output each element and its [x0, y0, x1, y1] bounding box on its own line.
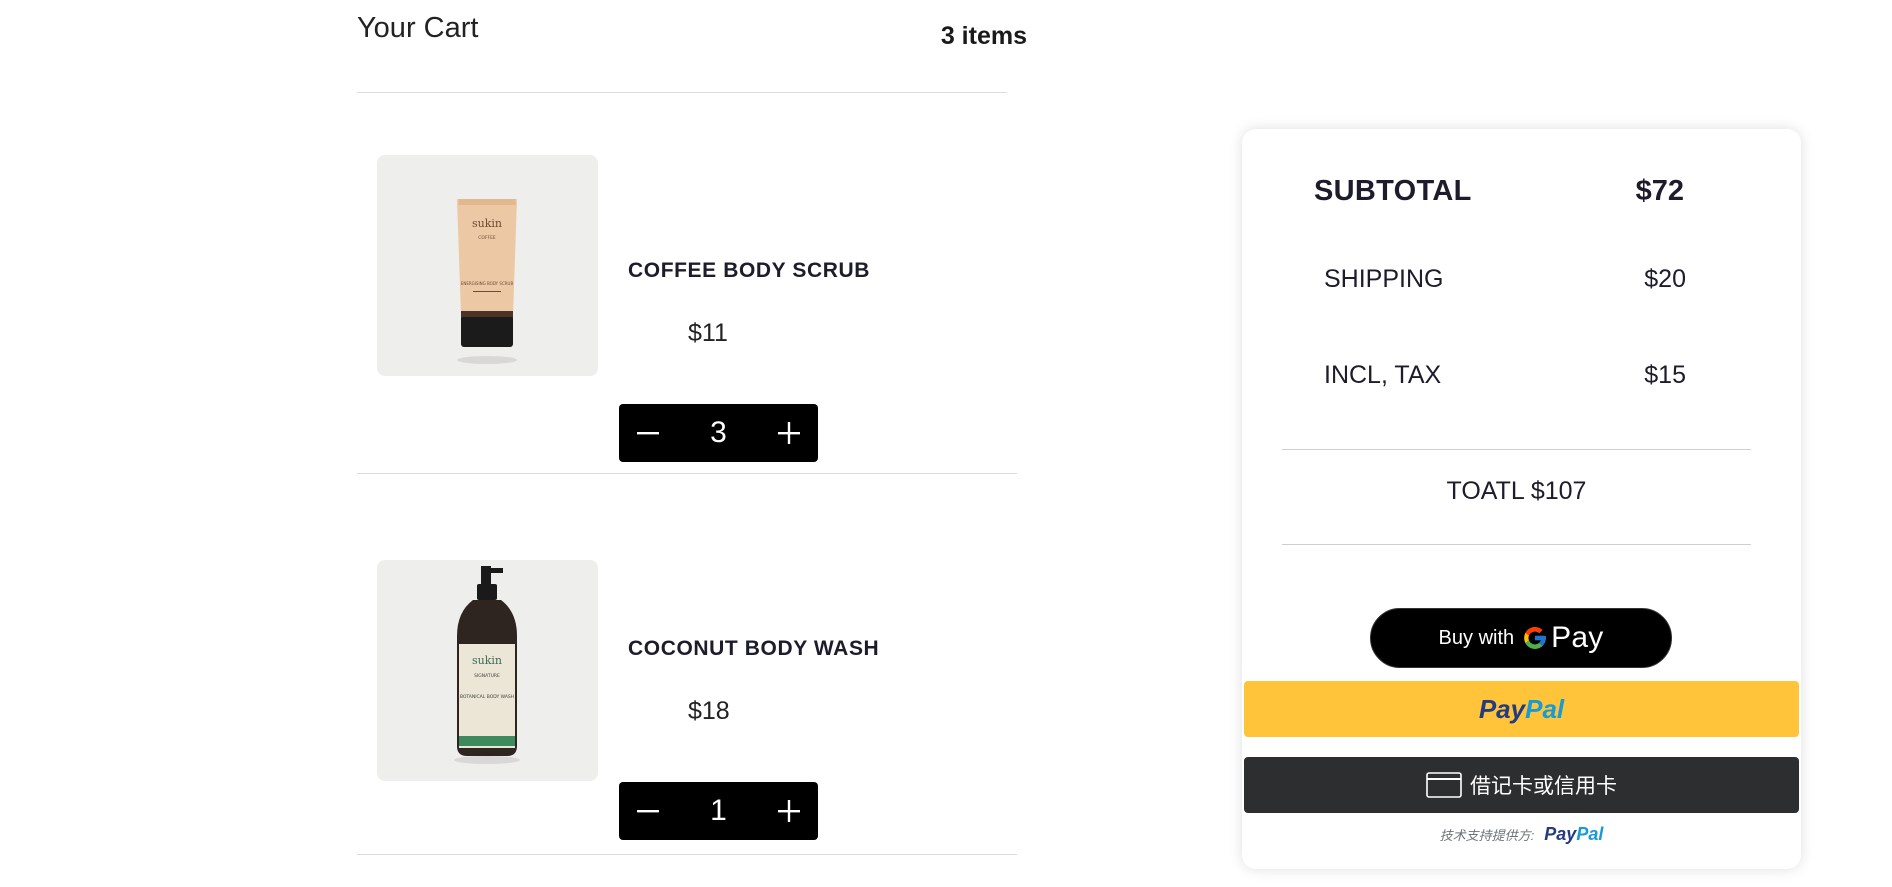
- tax-value: $15: [1644, 361, 1686, 389]
- product-image-coconut-body-wash[interactable]: sukin SIGNATURE BOTANICAL BODY WASH: [377, 560, 598, 781]
- increase-quantity-button[interactable]: [760, 782, 818, 840]
- cart-item: sukin SIGNATURE BOTANICAL BODY WASH COCO…: [357, 474, 1017, 855]
- powered-by-paypal: 技术支持提供方: PayPal: [1242, 824, 1801, 845]
- google-pay-label: Buy with: [1438, 626, 1515, 649]
- cart-section: Your Cart 3 items sukin COFFEE ENERGISIN…: [357, 0, 1037, 855]
- product-image-coffee-body-scrub[interactable]: sukin COFFEE ENERGISING BODY SCRUB: [377, 155, 598, 376]
- total-amount: TOATL $107: [1446, 477, 1587, 505]
- shipping-label: SHIPPING: [1324, 265, 1444, 293]
- quantity-value: 1: [710, 794, 727, 827]
- increase-quantity-button[interactable]: [760, 404, 818, 462]
- minus-icon: [637, 432, 659, 435]
- coffee-scrub-tube-illustration: sukin COFFEE ENERGISING BODY SCRUB: [457, 199, 517, 364]
- coconut-wash-bottle-illustration: sukin SIGNATURE BOTANICAL BODY WASH: [454, 566, 520, 764]
- google-g-icon: [1524, 627, 1546, 649]
- product-price: $11: [688, 319, 728, 347]
- google-pay-brand: Pay: [1551, 621, 1604, 654]
- google-pay-button[interactable]: Buy with Pay: [1370, 608, 1672, 668]
- tube-desc-text: ENERGISING BODY SCRUB: [461, 281, 514, 286]
- powered-by-text: 技术支持提供方:: [1439, 828, 1535, 843]
- product-name[interactable]: COFFEE BODY SCRUB: [628, 259, 870, 283]
- plus-icon: [778, 422, 800, 444]
- paypal-button[interactable]: Pay Pal: [1244, 681, 1799, 737]
- bottle-brand-text: sukin: [472, 654, 502, 667]
- debit-credit-card-button[interactable]: 借记卡或信用卡: [1244, 757, 1799, 813]
- bottle-desc-text: BOTANICAL BODY WASH: [460, 694, 514, 700]
- decrease-quantity-button[interactable]: [619, 404, 677, 462]
- subtotal-value: $72: [1635, 175, 1684, 207]
- quantity-value: 3: [710, 416, 727, 449]
- summary-divider: [1282, 449, 1751, 450]
- credit-card-icon: [1426, 772, 1462, 798]
- cart-item: sukin COFFEE ENERGISING BODY SCRUB COFFE…: [357, 93, 1017, 474]
- powered-by-paypal-logo: PayPal: [1544, 824, 1603, 845]
- subtotal-label: SUBTOTAL: [1314, 175, 1472, 207]
- powered-logo-part2: Pal: [1576, 824, 1604, 844]
- shipping-value: $20: [1644, 265, 1686, 293]
- decrease-quantity-button[interactable]: [619, 782, 677, 840]
- bottle-variant-text: SIGNATURE: [474, 673, 500, 679]
- tax-label: INCL, TAX: [1324, 361, 1442, 389]
- cart-header: Your Cart 3 items: [357, 0, 1027, 93]
- paypal-logo-part2: Pal: [1525, 693, 1565, 724]
- product-name[interactable]: COCONUT BODY WASH: [628, 637, 879, 661]
- powered-logo-part1: Pay: [1544, 824, 1577, 844]
- google-pay-logo: Pay: [1522, 621, 1603, 655]
- quantity-stepper: 1: [619, 782, 818, 840]
- product-price: $18: [688, 697, 730, 725]
- tube-variant-text: COFFEE: [478, 235, 496, 241]
- card-button-label: 借记卡或信用卡: [1470, 775, 1617, 798]
- summary-divider: [1282, 544, 1751, 545]
- paypal-logo-part1: Pay: [1478, 693, 1526, 724]
- cart-item-count: 3 items: [940, 22, 1027, 50]
- order-summary-card: SUBTOTAL $72 SHIPPING $20 INCL, TAX $15 …: [1242, 129, 1801, 869]
- plus-icon: [778, 800, 800, 822]
- quantity-stepper: 3: [619, 404, 818, 462]
- page-title: Your Cart: [357, 12, 479, 44]
- minus-icon: [637, 810, 659, 813]
- tube-brand-text: sukin: [472, 217, 502, 230]
